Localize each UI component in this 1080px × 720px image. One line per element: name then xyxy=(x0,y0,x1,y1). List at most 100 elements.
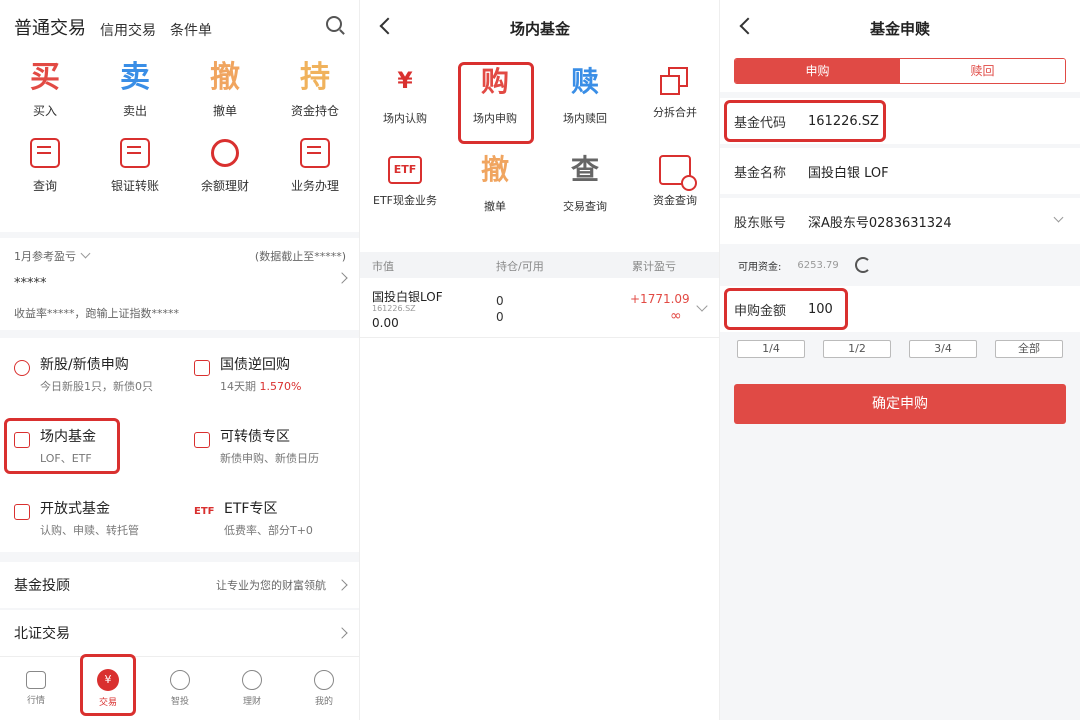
ipo-icon xyxy=(14,360,30,376)
ipo-title: 新股/新债申购 xyxy=(40,357,129,373)
trade-function-grid: 买买入 卖卖出 撤撤单 持资金持仓 查询 银证转账 余额理财 业务办理 xyxy=(0,58,359,194)
cancel-order-button[interactable]: 撤撤单 xyxy=(450,148,540,214)
tab-purchase[interactable]: 申购 xyxy=(735,59,900,83)
fraction-buttons: 1/4 1/2 3/4 全部 xyxy=(720,340,1080,358)
available-label: 可用资金: xyxy=(738,261,782,273)
cumulative-pl: +1771.09 xyxy=(630,292,690,306)
bottom-nav: 行情 ¥ 交易 智投 理财 我的 xyxy=(0,656,359,720)
exchange-fund-panel: 场内基金 ¥ 场内认购 购场内申购 赎场内赎回 分拆合并 ETF ETF现金业务 撤… xyxy=(360,0,720,720)
market-icon xyxy=(26,671,46,689)
tab-credit-trade[interactable]: 信用交易 xyxy=(100,20,156,40)
bse-trade-row[interactable]: 北证交易 xyxy=(0,610,359,656)
chevron-right-icon xyxy=(336,579,348,591)
chevron-down-icon[interactable] xyxy=(1053,212,1064,223)
wealth-icon xyxy=(242,670,262,690)
fund-name-label: 基金名称 xyxy=(734,165,787,181)
reverse-repo-item[interactable]: 国债逆回购 14天期 1.570% xyxy=(194,354,301,394)
cancel-order-button[interactable]: 撤撤单 xyxy=(180,58,270,119)
buy-button[interactable]: 买买入 xyxy=(0,58,90,119)
tab-conditional-order[interactable]: 条件单 xyxy=(170,20,212,40)
confirm-purchase-button[interactable]: 确定申购 xyxy=(734,384,1066,424)
sell-button[interactable]: 卖卖出 xyxy=(90,58,180,119)
chevron-down-icon[interactable] xyxy=(696,300,708,312)
positions-button[interactable]: 持资金持仓 xyxy=(270,58,359,119)
nav-mine[interactable]: 我的 xyxy=(299,670,349,707)
exchange-redeem-label: 场内赎回 xyxy=(563,112,607,125)
nav-market-label: 行情 xyxy=(26,696,45,706)
fraction-all-button[interactable]: 全部 xyxy=(995,340,1063,358)
col-cumulative-pl[interactable]: 累计盈亏 xyxy=(632,258,676,274)
ipo-subscription-item[interactable]: 新股/新债申购 今日新股1只，新债0只 xyxy=(14,354,153,394)
highlight-fund-code xyxy=(724,100,886,142)
fund-query-label: 资金查询 xyxy=(653,194,697,207)
fund-function-grid: ¥ 场内认购 购场内申购 赎场内赎回 分拆合并 ETF ETF现金业务 撤撤单 查交… xyxy=(360,60,719,214)
nav-wealth[interactable]: 理财 xyxy=(227,670,277,707)
split-merge-label: 分拆合并 xyxy=(653,106,697,119)
back-icon[interactable] xyxy=(379,17,397,35)
balance-wealth-button[interactable]: 余额理财 xyxy=(180,133,270,194)
business-handling-button[interactable]: 业务办理 xyxy=(270,133,359,194)
bank-transfer-button[interactable]: 银证转账 xyxy=(90,133,180,194)
buy-label: 买入 xyxy=(32,104,57,118)
repo-title: 国债逆回购 xyxy=(220,357,290,373)
fund-name-row: 基金名称 国投白银 LOF xyxy=(720,148,1080,194)
exchange-subscribe-button[interactable]: ¥ 场内认购 xyxy=(360,60,450,126)
query-icon xyxy=(30,138,60,168)
tab-normal-trade[interactable]: 普通交易 xyxy=(14,14,86,40)
account-row[interactable]: 股东账号 深A股东号0283631324 xyxy=(720,198,1080,244)
open-fund-item[interactable]: 开放式基金 认购、申赎、转托管 xyxy=(14,498,139,538)
fund-advisor-row[interactable]: 基金投顾 让专业为您的财富领航 xyxy=(0,562,359,608)
convertible-bond-item[interactable]: 可转债专区新债申购、新债日历 xyxy=(194,426,319,466)
etf-cash-label: ETF现金业务 xyxy=(373,194,437,207)
profit-period-label[interactable]: 1月参考盈亏 xyxy=(14,248,91,264)
etf-icon: ETF xyxy=(194,506,215,517)
convertible-title: 可转债专区 xyxy=(220,429,290,445)
pl-ratio: ∞ xyxy=(670,308,682,324)
account-select[interactable]: 深A股东号0283631324 xyxy=(808,212,952,231)
fund-name-value: 国投白银 LOF xyxy=(808,165,889,181)
repo-icon xyxy=(194,360,210,376)
available-funds-row: 可用资金: 6253.79 xyxy=(720,246,1080,284)
fund-query-button[interactable]: 资金查询 xyxy=(630,148,719,214)
col-market-value: 市值 xyxy=(372,260,394,273)
back-icon[interactable] xyxy=(739,17,757,35)
etf-icon: ETF xyxy=(388,156,422,184)
split-merge-icon xyxy=(660,67,690,97)
fraction-three-quarter-button[interactable]: 3/4 xyxy=(909,340,977,358)
col-hold-avail: 持仓/可用 xyxy=(496,260,544,273)
exchange-redeem-button[interactable]: 赎场内赎回 xyxy=(540,60,630,126)
highlight-exchange-purchase xyxy=(458,62,534,144)
nav-smart-invest[interactable]: 智投 xyxy=(155,670,205,707)
repo-rate: 1.570% xyxy=(259,380,302,393)
tab-redeem[interactable]: 赎回 xyxy=(900,59,1065,83)
bse-trade-title: 北证交易 xyxy=(14,626,70,642)
profit-card[interactable]: 1月参考盈亏 (数据截止至*****) ***** 收益率*****，跑输上证指数… xyxy=(0,238,359,330)
nav-smart-label: 智投 xyxy=(170,697,189,707)
query-button[interactable]: 查询 xyxy=(0,133,90,194)
nav-market[interactable]: 行情 xyxy=(11,671,61,706)
exchange-fund-header: 场内基金 xyxy=(360,0,719,56)
table-row[interactable]: 国投白银LOF 161226.SZ 0.00 0 0 +1771.09 ∞ xyxy=(360,282,719,338)
cancel-order-icon: 撤 xyxy=(210,60,240,95)
etf-zone-sub: 低费率、部分T+0 xyxy=(224,524,313,537)
bar-chart-icon xyxy=(14,504,30,520)
balance-wealth-label: 余额理财 xyxy=(200,179,249,193)
etf-cash-button[interactable]: ETF ETF现金业务 xyxy=(360,148,450,214)
refresh-icon[interactable] xyxy=(854,257,871,273)
convertible-sub: 新债申购、新债日历 xyxy=(220,452,319,465)
fund-purchase-panel: 基金申赎 申购 赎回 基金代码 161226.SZ 基金名称 国投白银 LOF 股东… xyxy=(720,0,1080,720)
chevron-right-icon xyxy=(336,627,348,639)
page-title: 场内基金 xyxy=(509,19,570,38)
chevron-right-icon[interactable] xyxy=(336,271,348,284)
split-merge-button[interactable]: 分拆合并 xyxy=(630,60,719,126)
etf-zone-item[interactable]: ETF ETF专区 低费率、部分T+0 xyxy=(194,498,313,538)
fraction-quarter-button[interactable]: 1/4 xyxy=(737,340,805,358)
cancel-order-icon: 撤 xyxy=(480,153,509,186)
trade-query-button[interactable]: 查交易查询 xyxy=(540,148,630,214)
bank-transfer-label: 银证转账 xyxy=(110,179,159,193)
search-icon[interactable] xyxy=(326,16,342,32)
fraction-half-button[interactable]: 1/2 xyxy=(823,340,891,358)
briefcase-icon xyxy=(300,138,330,168)
trade-query-label: 交易查询 xyxy=(563,200,607,213)
business-handling-label: 业务办理 xyxy=(290,179,339,193)
